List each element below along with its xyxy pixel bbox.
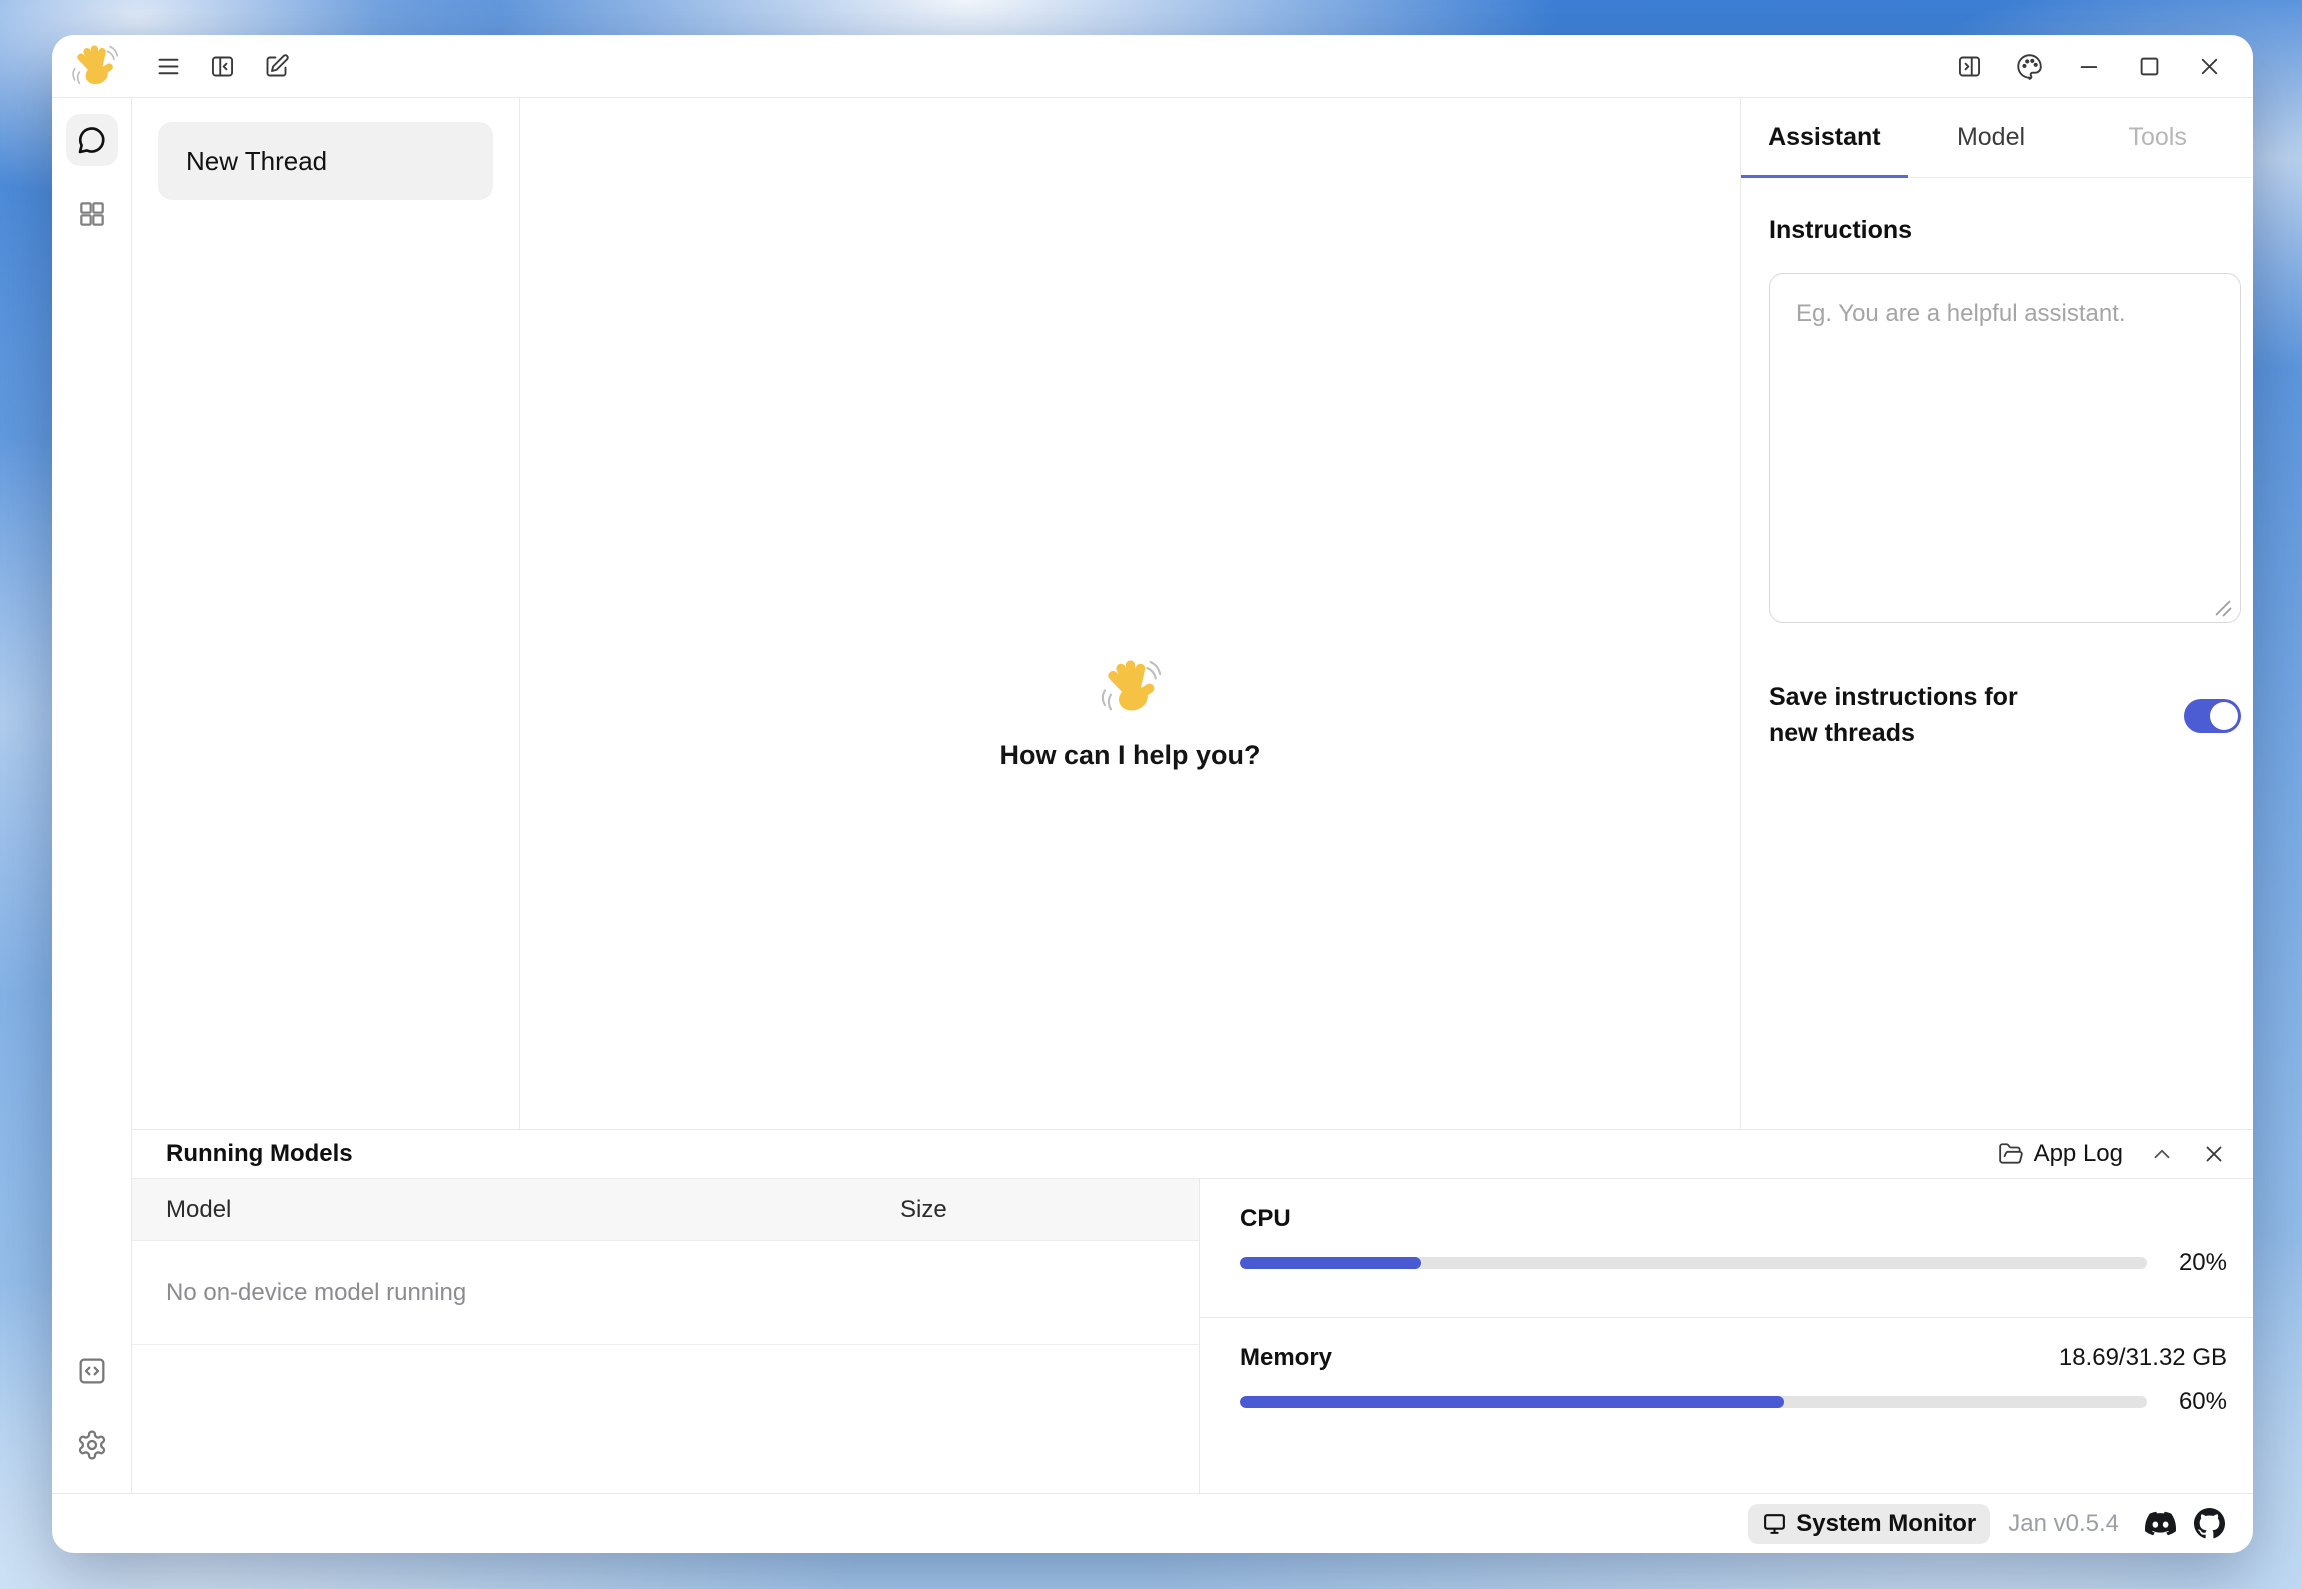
- greeting-text: How can I help you?: [999, 740, 1260, 771]
- memory-progress-track: [1240, 1396, 2147, 1408]
- thread-title: New Thread: [186, 146, 327, 177]
- close-monitor-button[interactable]: [2201, 1141, 2227, 1167]
- memory-label: Memory: [1240, 1344, 1332, 1372]
- close-panel-icon: [2201, 1141, 2227, 1167]
- cpu-stat: CPU 20%: [1200, 1179, 2253, 1318]
- discord-icon[interactable]: [2145, 1508, 2176, 1539]
- new-thread-button[interactable]: [258, 48, 294, 84]
- wave-emoji: [1099, 656, 1161, 718]
- settings-tabs: Assistant Model Tools: [1741, 98, 2253, 178]
- close-icon: [2196, 53, 2223, 80]
- thread-list-item[interactable]: New Thread: [158, 122, 493, 200]
- textarea-resize-grip[interactable]: [2212, 597, 2234, 619]
- column-header-size: Size: [900, 1196, 947, 1224]
- memory-usage-value: 18.69/31.32 GB: [2059, 1344, 2227, 1372]
- panel-right-close-icon: [1956, 53, 1983, 80]
- toggle-knob: [2210, 702, 2238, 730]
- save-instructions-toggle[interactable]: [2184, 699, 2241, 733]
- app-version: Jan v0.5.4: [2008, 1510, 2119, 1538]
- instructions-heading: Instructions: [1769, 216, 2241, 245]
- sidebar-item-hub[interactable]: [66, 188, 118, 240]
- save-instructions-label: Save instructions for new threads: [1769, 680, 2069, 751]
- collapse-left-panel-button[interactable]: [204, 48, 240, 84]
- palette-icon: [2016, 53, 2043, 80]
- thread-list-panel: New Thread: [132, 98, 520, 1129]
- memory-stat: Memory 18.69/31.32 GB 60%: [1200, 1318, 2253, 1416]
- chat-area: How can I help you?: [520, 98, 1740, 1129]
- cpu-label: CPU: [1240, 1205, 1291, 1233]
- sidebar-item-settings[interactable]: [66, 1419, 118, 1471]
- app-log-button[interactable]: App Log: [1998, 1140, 2123, 1168]
- edit-pencil-icon: [263, 53, 290, 80]
- tab-assistant[interactable]: Assistant: [1741, 98, 1908, 177]
- monitor-icon: [1762, 1511, 1787, 1536]
- minimize-icon: [2076, 53, 2103, 80]
- memory-percent-value: 60%: [2161, 1388, 2227, 1416]
- collapse-monitor-button[interactable]: [2149, 1141, 2175, 1167]
- gear-icon: [76, 1429, 108, 1461]
- system-monitor-panel: Running Models App Log: [132, 1129, 2253, 1494]
- column-header-model: Model: [132, 1196, 900, 1224]
- sidebar-item-local-api-server[interactable]: [66, 1345, 118, 1397]
- folder-open-icon: [1998, 1141, 2024, 1167]
- jan-wave-logo-icon: [70, 42, 118, 90]
- running-models-title: Running Models: [166, 1140, 353, 1168]
- github-icon[interactable]: [2194, 1508, 2225, 1539]
- system-monitor-button[interactable]: System Monitor: [1748, 1504, 1990, 1544]
- panel-left-close-icon: [209, 53, 236, 80]
- resource-stats: CPU 20% Memory: [1200, 1179, 2253, 1494]
- close-window-button[interactable]: [2191, 48, 2227, 84]
- maximize-button[interactable]: [2131, 48, 2167, 84]
- cpu-progress-fill: [1240, 1257, 1421, 1269]
- grid-icon: [76, 198, 108, 230]
- status-bar: System Monitor Jan v0.5.4: [52, 1493, 2253, 1553]
- instructions-input[interactable]: [1769, 273, 2241, 623]
- left-icon-rail: [52, 98, 132, 1493]
- assistant-settings-panel: Assistant Model Tools Instructions Save …: [1740, 98, 2253, 1129]
- hamburger-menu-icon: [155, 53, 182, 80]
- cpu-percent-value: 20%: [2161, 1249, 2227, 1277]
- sidebar-item-threads[interactable]: [66, 114, 118, 166]
- theme-button[interactable]: [2011, 48, 2047, 84]
- running-models-table: Model Size No on-device model running: [132, 1179, 1200, 1494]
- titlebar[interactable]: [52, 35, 2253, 97]
- table-empty-state: No on-device model running: [132, 1241, 1199, 1345]
- collapse-right-panel-button[interactable]: [1951, 48, 1987, 84]
- cpu-progress-track: [1240, 1257, 2147, 1269]
- minimize-button[interactable]: [2071, 48, 2107, 84]
- tab-model[interactable]: Model: [1908, 98, 2075, 177]
- app-window: New Thread How can I help you? Assistant…: [52, 35, 2253, 1553]
- empty-chat-greeting: How can I help you?: [999, 656, 1260, 771]
- memory-progress-fill: [1240, 1396, 1784, 1408]
- chevron-up-icon: [2149, 1141, 2175, 1167]
- system-monitor-label: System Monitor: [1796, 1510, 1976, 1538]
- chat-bubble-icon: [76, 124, 108, 156]
- maximize-icon: [2136, 53, 2163, 80]
- tab-tools[interactable]: Tools: [2074, 98, 2241, 177]
- app-log-label: App Log: [2034, 1140, 2123, 1168]
- main-menu-button[interactable]: [150, 48, 186, 84]
- code-icon: [76, 1355, 108, 1387]
- table-header-row: Model Size: [132, 1179, 1199, 1241]
